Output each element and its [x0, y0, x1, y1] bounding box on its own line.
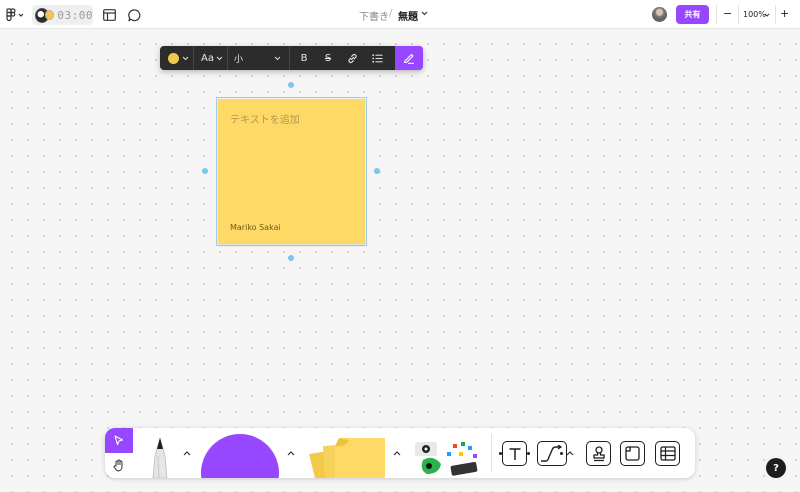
sticky-tool-icon[interactable] — [305, 436, 389, 478]
breadcrumb-separator: / — [389, 8, 393, 19]
timer-text: 03:00 — [57, 8, 93, 22]
chevron-down-icon[interactable] — [421, 11, 428, 16]
marker-button[interactable] — [395, 46, 423, 70]
chevron-up-icon[interactable] — [565, 448, 575, 458]
figma-menu-icon — [6, 8, 24, 22]
font-size-value: 小 — [234, 54, 244, 65]
comment-button[interactable] — [126, 7, 142, 23]
breadcrumb-folder[interactable]: 下書き — [359, 8, 389, 23]
handle-dot — [560, 452, 563, 455]
divider — [227, 46, 228, 70]
comment-icon — [127, 8, 140, 21]
hand-tool-button[interactable] — [105, 453, 133, 478]
bold-button[interactable]: B — [294, 46, 314, 70]
chevron-down-icon — [274, 56, 281, 60]
divider — [289, 46, 290, 70]
chevron-up-icon[interactable] — [182, 448, 192, 458]
handle-dot — [499, 452, 502, 455]
chevron-down-icon — [182, 56, 188, 60]
link-icon — [347, 53, 357, 63]
divider — [716, 5, 717, 24]
bottom-toolbar — [105, 428, 695, 478]
table-icon — [659, 446, 676, 461]
file-name[interactable]: 無題 — [398, 8, 418, 23]
divider — [491, 434, 492, 472]
resize-handle-right[interactable] — [374, 168, 380, 174]
section-tool-button[interactable] — [620, 441, 645, 466]
zoom-out-button[interactable]: − — [723, 7, 732, 20]
color-picker[interactable] — [164, 46, 192, 70]
font-size-select[interactable]: 小 — [230, 46, 285, 70]
list-button[interactable] — [367, 46, 387, 70]
chevron-down-icon[interactable] — [764, 13, 770, 17]
handle-dot — [527, 452, 530, 455]
format-toolbar: Aa 小 B S — [160, 46, 423, 70]
stamp-tool-button[interactable] — [586, 441, 611, 466]
sticky-author: Mariko Sakai — [230, 223, 281, 232]
timer-widget[interactable]: 03:00 — [32, 5, 93, 25]
color-swatch-icon — [167, 52, 179, 64]
table-tool-button[interactable] — [655, 441, 680, 466]
avatar[interactable] — [652, 7, 667, 22]
strikethrough-button[interactable]: S — [318, 46, 338, 70]
main-menu-button[interactable] — [6, 8, 26, 22]
font-family-button[interactable]: Aa — [198, 46, 226, 70]
resize-handle-top[interactable] — [288, 82, 294, 88]
shape-tool-icon[interactable] — [200, 433, 280, 478]
emoji-face-icon — [45, 10, 55, 20]
section-icon — [625, 446, 640, 461]
zoom-level[interactable]: 100% — [743, 10, 766, 19]
resize-handle-bottom[interactable] — [288, 255, 294, 261]
move-tool-button[interactable] — [105, 428, 133, 453]
sticky-placeholder[interactable]: テキストを追加 — [230, 111, 300, 126]
sticky-note[interactable]: テキストを追加 Mariko Sakai — [218, 99, 365, 244]
share-button[interactable]: 共有 — [676, 5, 709, 24]
link-button[interactable] — [342, 46, 362, 70]
stamp-icon — [592, 445, 605, 461]
widgets-icon[interactable] — [413, 438, 483, 478]
text-tool-button[interactable] — [502, 441, 527, 466]
layout-button[interactable] — [101, 7, 117, 23]
help-button[interactable]: ? — [766, 458, 786, 478]
font-icon: Aa — [201, 52, 214, 64]
divider — [193, 46, 194, 70]
layout-icon — [102, 9, 116, 21]
select-arrow-icon — [114, 435, 124, 446]
pen-tool-icon[interactable] — [147, 436, 173, 478]
list-icon — [371, 53, 382, 63]
chevron-up-icon[interactable] — [286, 448, 296, 458]
divider — [775, 5, 776, 24]
resize-handle-left[interactable] — [202, 168, 208, 174]
text-tool-icon — [509, 447, 520, 460]
zoom-controls: − 100% + — [716, 5, 796, 24]
zoom-in-button[interactable]: + — [780, 7, 789, 20]
chevron-down-icon — [216, 56, 223, 60]
hand-icon — [113, 459, 123, 472]
marker-icon — [403, 53, 414, 64]
divider — [738, 5, 739, 24]
chevron-up-icon[interactable] — [392, 448, 402, 458]
